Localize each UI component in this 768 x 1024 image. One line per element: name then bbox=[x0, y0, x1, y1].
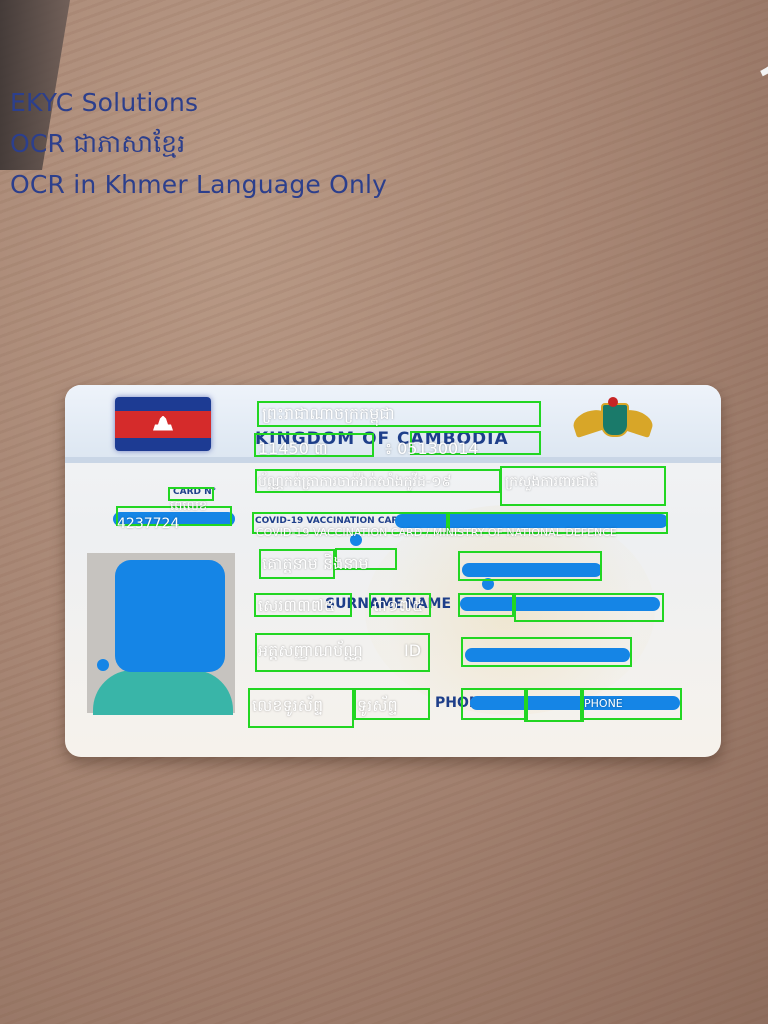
ocr-box bbox=[524, 688, 584, 722]
ocr-text: អត្តសញ្ញាណប័ណ្ណ bbox=[258, 641, 363, 660]
ocr-text: 11450 ៣ bbox=[258, 439, 328, 458]
overlay-subtitle: OCR in Khmer Language Only bbox=[10, 170, 388, 199]
ministry-emblem-icon bbox=[570, 393, 656, 457]
ocr-text: ៖ 05130014 bbox=[385, 439, 479, 458]
ocr-text: ៣១៧៥ bbox=[373, 596, 424, 615]
ocr-text: ប័ណ្ណកត់ត្រាការចាក់វ៉ាក់សាំងកូវីដ-១៩ bbox=[258, 474, 452, 490]
ocr-text: ទូរស័ព្ទ bbox=[357, 696, 398, 715]
ocr-text: ក្រសួងការពារជាតិ bbox=[505, 474, 599, 490]
ocr-box bbox=[514, 593, 664, 622]
white-cable bbox=[658, 0, 768, 100]
ocr-text: សេរ៣៣៧៥ bbox=[258, 596, 336, 615]
cambodia-flag-icon bbox=[115, 397, 211, 451]
ocr-box bbox=[461, 637, 632, 667]
ocr-box bbox=[458, 551, 602, 581]
overlay-khmer: OCR ជាភាសាខ្មែរ bbox=[10, 129, 186, 158]
ocr-text: PHONE bbox=[584, 697, 623, 710]
photo-person bbox=[93, 670, 233, 715]
ocr-text: ពេលេខ bbox=[170, 499, 208, 514]
redaction-dot bbox=[97, 659, 109, 671]
ocr-text: ព្រះរាជាណាចក្រកម្ពុជា bbox=[262, 404, 395, 423]
face-redaction bbox=[115, 560, 225, 672]
ocr-box bbox=[458, 593, 514, 617]
ocr-text: គោត្តនាម និងនាម bbox=[262, 554, 369, 573]
ocr-text: COVID-19 VACCINATION CARD / MINISTRY OF … bbox=[256, 526, 617, 539]
overlay-title: EKYC Solutions bbox=[10, 88, 199, 117]
ocr-text: 4237724 bbox=[117, 516, 180, 532]
ocr-text: លេខទូរស័ព្ទ bbox=[252, 696, 324, 715]
watermark-overlay: EKYC Solutions OCR ជាភាសាខ្មែរ OCR in Kh… bbox=[10, 82, 387, 205]
ocr-text: ID bbox=[404, 641, 422, 660]
ocr-box bbox=[461, 688, 528, 720]
